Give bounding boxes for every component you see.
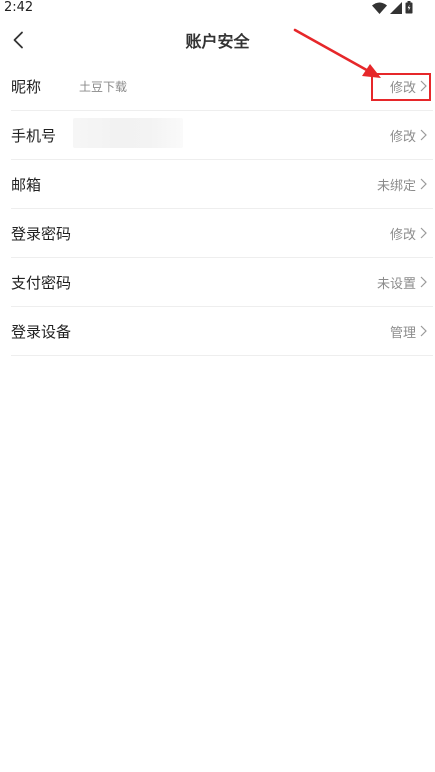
edit-phone-button[interactable]: 修改 [390, 126, 427, 145]
chevron-right-icon [420, 129, 427, 141]
manage-devices-button[interactable]: 管理 [390, 322, 427, 341]
row-label: 登录密码 [11, 224, 72, 243]
chevron-right-icon [420, 80, 427, 92]
signal-icon [390, 1, 402, 14]
chevron-right-icon [420, 227, 427, 239]
row-label: 支付密码 [11, 273, 72, 292]
set-payment-password-button[interactable]: 未设置 [377, 273, 427, 292]
row-phone[interactable]: 手机号 修改 [11, 111, 433, 160]
action-label: 未设置 [376, 276, 416, 292]
row-label: 昵称 [11, 77, 42, 96]
row-label: 邮箱 [11, 175, 42, 194]
page-title: 账户安全 [185, 32, 250, 51]
phone-number-redacted [73, 118, 183, 148]
action-label: 修改 [389, 80, 416, 96]
settings-list: 昵称 土豆下载 修改 手机号 修改 邮箱 未绑定 登录密码 修改 支付密码 未设… [11, 62, 433, 356]
edit-login-password-button[interactable]: 修改 [390, 224, 427, 243]
row-email[interactable]: 邮箱 未绑定 [11, 160, 433, 209]
row-label: 手机号 [11, 126, 57, 145]
row-label: 登录设备 [11, 322, 72, 341]
header: 账户安全 [0, 24, 435, 56]
battery-icon [405, 1, 413, 14]
chevron-right-icon [420, 276, 427, 288]
action-label: 修改 [389, 227, 416, 243]
action-label: 未绑定 [376, 178, 416, 194]
status-icons [372, 1, 413, 14]
bind-email-button[interactable]: 未绑定 [377, 175, 427, 194]
row-login-password[interactable]: 登录密码 修改 [11, 209, 433, 258]
nickname-value: 土豆下载 [79, 79, 128, 94]
edit-nickname-button[interactable]: 修改 [390, 77, 427, 96]
action-label: 管理 [389, 325, 416, 341]
wifi-icon [372, 2, 387, 14]
row-nickname[interactable]: 昵称 土豆下载 修改 [11, 62, 433, 111]
chevron-right-icon [420, 178, 427, 190]
row-login-devices[interactable]: 登录设备 管理 [11, 307, 433, 356]
chevron-right-icon [420, 325, 427, 337]
status-bar: 2:42 [0, 0, 435, 16]
status-time: 2:42 [4, 0, 34, 15]
action-label: 修改 [389, 129, 416, 145]
row-payment-password[interactable]: 支付密码 未设置 [11, 258, 433, 307]
